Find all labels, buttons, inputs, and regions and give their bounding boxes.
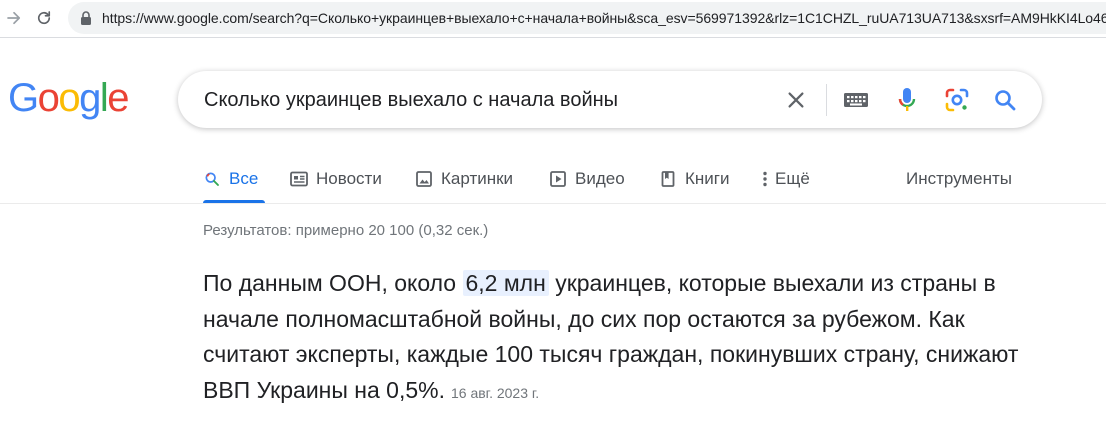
search-icon bbox=[203, 170, 221, 188]
tab-label: Видео bbox=[575, 169, 625, 188]
search-icon[interactable] bbox=[992, 87, 1018, 113]
snippet-highlight: 6,2 млн bbox=[462, 270, 549, 296]
tools-label: Инструменты bbox=[906, 169, 1013, 188]
video-icon bbox=[549, 170, 567, 188]
google-logo[interactable]: Google bbox=[8, 76, 129, 120]
snippet-text-before: По данным ООН, около bbox=[203, 270, 463, 296]
more-vert-icon bbox=[761, 170, 769, 188]
tab-all[interactable]: Все bbox=[203, 166, 258, 192]
address-bar[interactable]: https://www.google.com/search?q=Сколько+… bbox=[68, 2, 1106, 34]
news-icon bbox=[290, 170, 308, 188]
tab-video[interactable]: Видео bbox=[549, 166, 625, 192]
search-divider bbox=[826, 84, 827, 116]
result-stats: Результатов: примерно 20 100 (0,32 сек.) bbox=[203, 222, 489, 239]
tab-label: Ещё bbox=[775, 169, 810, 188]
image-icon bbox=[415, 170, 433, 188]
tools-button[interactable]: Инструменты bbox=[906, 166, 1012, 192]
reload-icon[interactable] bbox=[30, 4, 58, 32]
lock-icon[interactable] bbox=[80, 11, 92, 25]
tabs-divider bbox=[0, 203, 1106, 204]
logo-letter: o bbox=[58, 76, 80, 120]
url-text[interactable]: https://www.google.com/search?q=Сколько+… bbox=[102, 10, 1106, 26]
logo-letter: G bbox=[8, 76, 39, 120]
search-input[interactable] bbox=[204, 89, 764, 112]
forward-arrow-icon[interactable] bbox=[0, 4, 28, 32]
search-box[interactable] bbox=[178, 71, 1042, 128]
logo-letter: o bbox=[37, 76, 60, 120]
snippet-date: 16 авг. 2023 г. bbox=[451, 384, 540, 401]
logo-letter: e bbox=[107, 76, 129, 120]
browser-toolbar: https://www.google.com/search?q=Сколько+… bbox=[0, 0, 1106, 38]
keyboard-icon[interactable] bbox=[843, 87, 869, 113]
book-icon bbox=[659, 170, 677, 188]
tab-news[interactable]: Новости bbox=[290, 166, 382, 192]
lens-icon[interactable] bbox=[944, 87, 970, 113]
tab-label: Новости bbox=[316, 169, 382, 188]
tab-label: Все bbox=[229, 169, 259, 188]
logo-letter: g bbox=[79, 76, 101, 120]
featured-snippet: По данным ООН, около 6,2 млн украинцев, … bbox=[203, 266, 1023, 411]
tab-images[interactable]: Картинки bbox=[415, 166, 513, 192]
tab-label: Книги bbox=[685, 169, 730, 188]
tab-books[interactable]: Книги bbox=[659, 166, 729, 192]
logo-letter: l bbox=[99, 76, 109, 120]
tab-more[interactable]: Ещё bbox=[761, 166, 810, 192]
microphone-icon[interactable] bbox=[894, 87, 920, 113]
close-icon[interactable] bbox=[783, 87, 809, 113]
tab-label: Картинки bbox=[441, 169, 514, 188]
